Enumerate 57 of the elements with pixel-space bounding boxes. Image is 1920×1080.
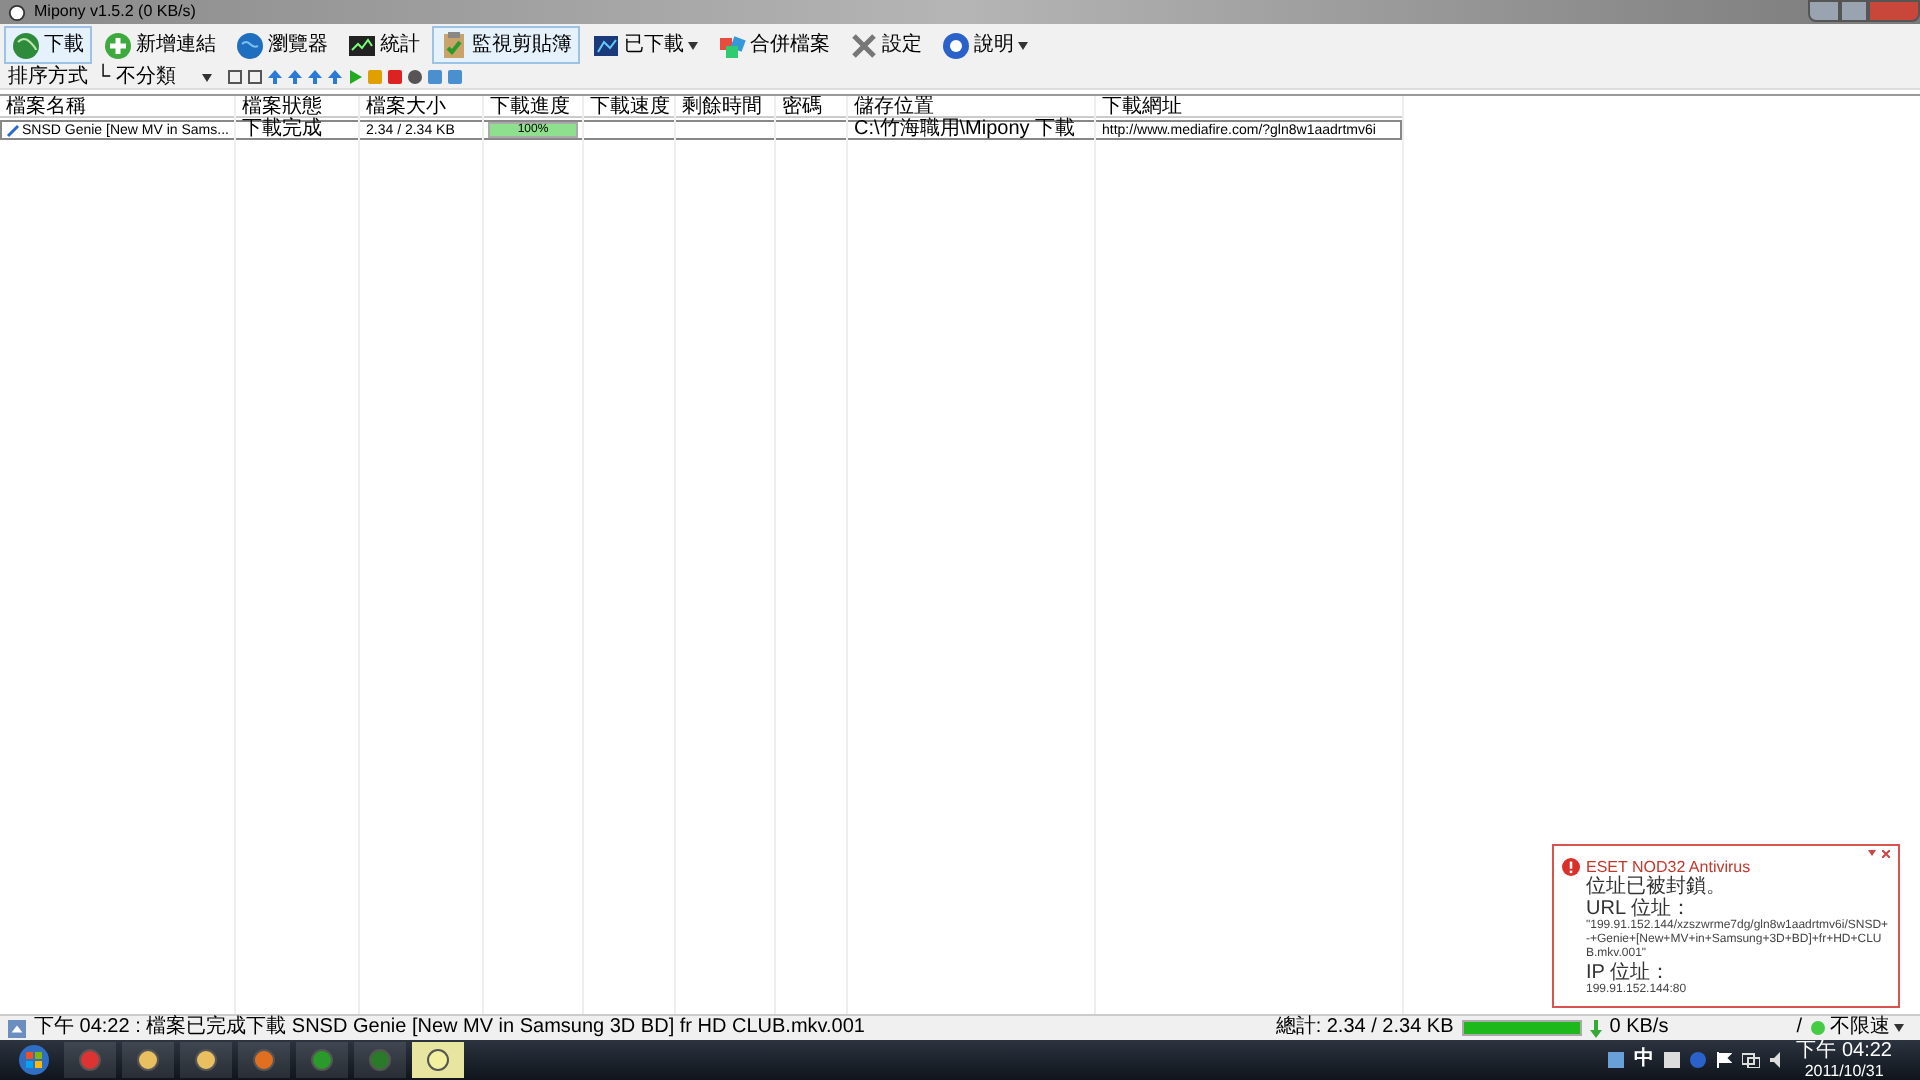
tray-square-icon: [1664, 1052, 1681, 1068]
move-top-icon[interactable]: [268, 70, 282, 84]
taskbar-app-button[interactable]: [296, 1042, 348, 1078]
separator-text: /: [1796, 1018, 1802, 1038]
clipboard-icon: [440, 31, 468, 59]
monitor-icon: [348, 31, 376, 59]
sort-label: 排序方式: [8, 67, 88, 87]
status-dot-icon: [1810, 1020, 1826, 1036]
cell-text: C:\竹海職用\Mipony 下載: [854, 120, 1076, 140]
window-title: Mipony v1.5.2 (0 KB/s): [34, 4, 196, 20]
tray-app-icon: [1608, 1052, 1625, 1068]
status-message: 下午 04:22 : 檔案已完成下載 SNSD Genie [New MV in Samsung 3D BD] fr HD CLUB.mkv.001: [34, 1018, 865, 1038]
ime-indicator[interactable]: 中: [1634, 1050, 1655, 1070]
plus-icon: [104, 31, 132, 59]
network-icon: [1742, 1052, 1761, 1068]
download-arrow-icon: [1589, 1019, 1602, 1037]
column-header[interactable]: 儲存位置: [848, 96, 1094, 118]
caret-icon[interactable]: [1868, 850, 1876, 856]
alert-icon: [1562, 858, 1580, 876]
minimize-button[interactable]: [1808, 0, 1840, 22]
toolbar-button[interactable]: 新增連結: [96, 26, 224, 64]
maximize-button[interactable]: [1840, 0, 1868, 22]
clock-time: 下午 04:22: [1796, 1041, 1892, 1061]
ip-label: IP 位址：: [1586, 962, 1671, 984]
taskbar-app-button[interactable]: [412, 1042, 464, 1078]
sort-dropdown[interactable]: └ 不分類: [96, 66, 212, 88]
speed-text: 0 KB/s: [1609, 1018, 1669, 1038]
column-header[interactable]: 下載網址: [1096, 96, 1402, 118]
speed-limit-dropdown[interactable]: 不限速: [1810, 1018, 1912, 1038]
move-up-icon[interactable]: [288, 70, 302, 84]
flag-icon: [1716, 1052, 1733, 1068]
taskbar-app-button[interactable]: [180, 1042, 232, 1078]
toolbar-button[interactable]: 瀏覽器: [228, 26, 336, 64]
app-icon: [8, 3, 26, 21]
caret-icon: [202, 73, 212, 81]
taskbar-app-button[interactable]: [122, 1042, 174, 1078]
close-icon[interactable]: [1882, 850, 1890, 858]
disc-icon[interactable]: [408, 70, 422, 84]
popup-title: ESET NOD32 Antivirus: [1586, 859, 1751, 875]
toolbar-button[interactable]: 下載: [4, 26, 92, 64]
url-label: URL 位址：: [1586, 898, 1691, 920]
toolbar-button[interactable]: 監視剪貼簿: [432, 26, 580, 64]
start-orb-icon: [18, 1044, 50, 1076]
taskbar-app-button[interactable]: [238, 1042, 290, 1078]
popup-message: 位址已被封鎖。: [1586, 876, 1728, 898]
cell-text: 下載完成: [242, 120, 322, 140]
toolbar-button[interactable]: 統計: [340, 26, 428, 64]
toolbar-button[interactable]: 已下載: [584, 26, 706, 64]
play-icon[interactable]: [348, 70, 362, 84]
column-header[interactable]: 剩餘時間: [676, 96, 774, 118]
log-icon: [8, 1019, 26, 1037]
total-size: 總計: 2.34 / 2.34 KB: [1275, 1018, 1454, 1038]
caret-icon: [1894, 1024, 1904, 1032]
clock-date: 2011/10/31: [1804, 1061, 1884, 1079]
toolbar-button[interactable]: 合併檔案: [710, 26, 838, 64]
toolbar-button[interactable]: 說明: [934, 26, 1036, 64]
toolbar-button[interactable]: 設定: [842, 26, 930, 64]
